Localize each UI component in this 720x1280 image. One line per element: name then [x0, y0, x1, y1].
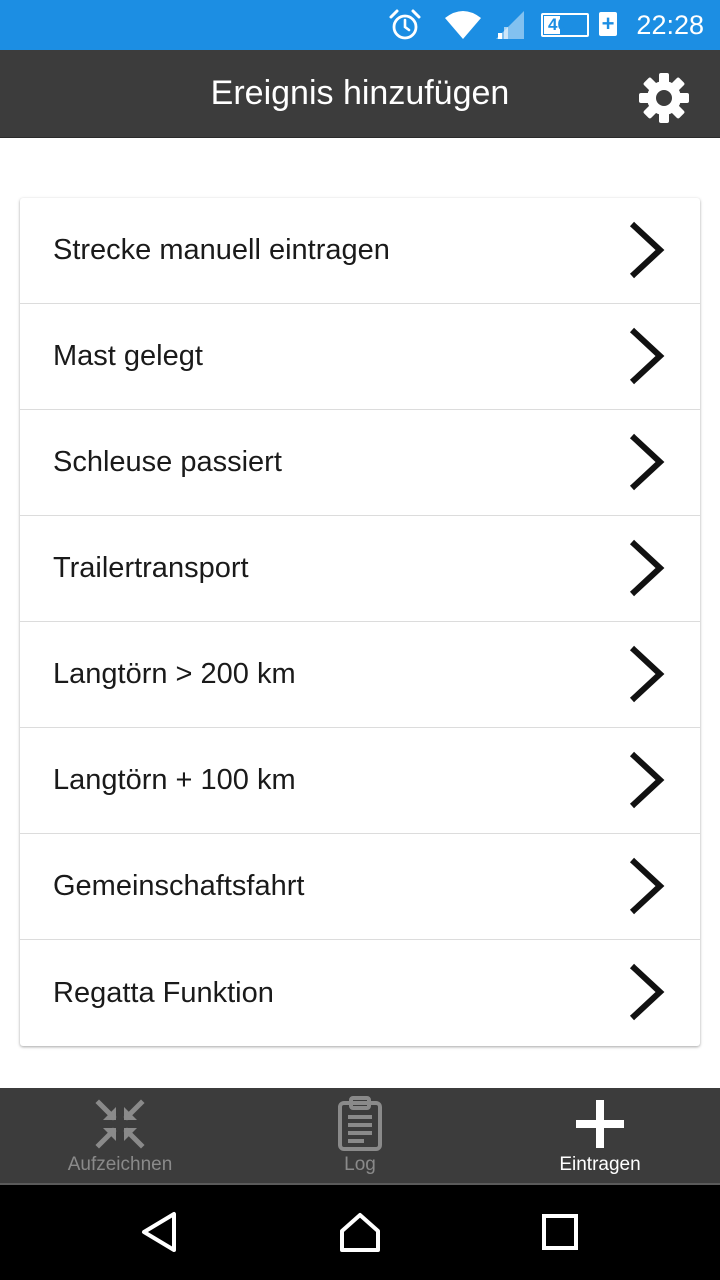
battery-indicator: 40%	[541, 0, 589, 50]
cell-signal-icon	[494, 0, 528, 50]
compress-arrows-icon	[95, 1099, 145, 1149]
chevron-right-icon	[629, 433, 665, 491]
charging-plus-icon: +	[599, 11, 617, 36]
list-item[interactable]: Regatta Funktion	[20, 940, 700, 1046]
gear-icon	[639, 73, 689, 123]
back-button[interactable]	[130, 1207, 190, 1257]
list-item-label: Strecke manuell eintragen	[53, 234, 390, 266]
list-item-label: Langtörn + 100 km	[53, 764, 296, 796]
nav-tab-label: Aufzeichnen	[67, 1154, 173, 1175]
chevron-right-icon	[629, 539, 665, 597]
back-triangle-icon	[142, 1212, 176, 1252]
recents-square-icon	[542, 1214, 578, 1250]
chevron-right-icon	[629, 857, 665, 915]
chevron-right-icon	[629, 645, 665, 703]
battery-icon: 40%	[541, 13, 589, 37]
chevron-right-icon	[629, 751, 665, 809]
chevron-right-icon	[629, 221, 665, 279]
list-item-label: Trailertransport	[53, 552, 249, 584]
nav-tab-label: Log	[344, 1154, 376, 1175]
battery-percent: 40%	[547, 15, 583, 34]
clipboard-icon	[338, 1096, 382, 1151]
plus-icon	[576, 1100, 624, 1148]
list-item-label: Mast gelegt	[53, 340, 203, 372]
list-item[interactable]: Schleuse passiert	[20, 410, 700, 516]
system-navigation-bar	[0, 1185, 720, 1280]
list-item[interactable]: Trailertransport	[20, 516, 700, 622]
status-bar: 40% + 22:28	[0, 0, 720, 50]
wifi-icon	[443, 0, 483, 50]
chevron-right-icon	[629, 963, 665, 1021]
nav-tab-log[interactable]: Log	[240, 1088, 480, 1183]
clock: 22:28	[636, 9, 704, 40]
list-item[interactable]: Langtörn > 200 km	[20, 622, 700, 728]
list-item-label: Langtörn > 200 km	[53, 658, 296, 690]
app-bar: Ereignis hinzufügen	[0, 50, 720, 138]
list-item[interactable]: Langtörn + 100 km	[20, 728, 700, 834]
nav-tab-label: Eintragen	[559, 1154, 641, 1175]
home-button[interactable]	[330, 1207, 390, 1257]
nav-tab-aufzeichnen[interactable]: Aufzeichnen	[0, 1088, 240, 1183]
list-item-label: Gemeinschaftsfahrt	[53, 870, 305, 902]
list-item[interactable]: Strecke manuell eintragen	[20, 198, 700, 304]
alarm-icon	[388, 0, 422, 50]
settings-button[interactable]	[636, 70, 692, 126]
list-item[interactable]: Gemeinschaftsfahrt	[20, 834, 700, 940]
event-list: Strecke manuell eintragen Mast gelegt Sc…	[20, 198, 700, 1046]
list-item-label: Regatta Funktion	[53, 976, 274, 1009]
list-item[interactable]: Mast gelegt	[20, 304, 700, 410]
chevron-right-icon	[629, 327, 665, 385]
home-icon	[340, 1213, 380, 1252]
page-title: Ereignis hinzufügen	[210, 74, 510, 112]
nav-tab-eintragen[interactable]: Eintragen	[480, 1088, 720, 1183]
bottom-navigation: Aufzeichnen Log Eintragen	[0, 1088, 720, 1183]
list-item-label: Schleuse passiert	[53, 446, 282, 478]
recents-button[interactable]	[530, 1207, 590, 1257]
